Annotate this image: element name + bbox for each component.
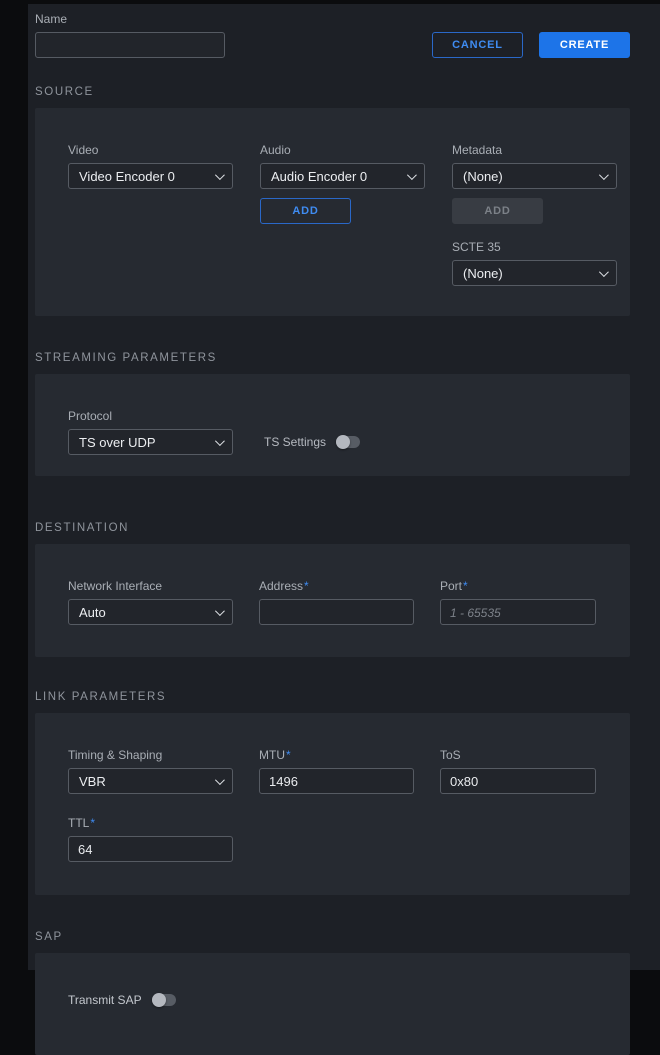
chevron-down-icon — [215, 775, 225, 785]
network-interface-select[interactable]: Auto — [68, 599, 233, 625]
form-header: Name CANCEL CREATE — [35, 12, 630, 58]
destination-section-title: DESTINATION — [35, 522, 630, 534]
audio-field: Audio Audio Encoder 0 — [260, 143, 425, 189]
required-asterisk: * — [304, 579, 309, 593]
toggle-knob-icon — [336, 435, 350, 449]
video-field: Video Video Encoder 0 — [68, 143, 233, 189]
address-input[interactable] — [259, 599, 414, 625]
create-button[interactable]: CREATE — [539, 32, 630, 58]
sap-section-title: SAP — [35, 931, 630, 943]
output-create-form: Name CANCEL CREATE SOURCE Video Video En… — [28, 4, 660, 970]
audio-select[interactable]: Audio Encoder 0 — [260, 163, 425, 189]
mtu-label: MTU* — [259, 748, 414, 762]
transmit-sap-label: Transmit SAP — [68, 993, 142, 1007]
scte35-field: SCTE 35 (None) — [452, 240, 617, 286]
ts-settings-group: TS Settings — [264, 429, 360, 455]
required-asterisk: * — [286, 748, 291, 762]
ttl-input[interactable] — [68, 836, 233, 862]
scte35-select[interactable]: (None) — [452, 260, 617, 286]
chevron-down-icon — [407, 170, 417, 180]
metadata-select[interactable]: (None) — [452, 163, 617, 189]
sap-panel: Transmit SAP — [35, 953, 630, 1055]
port-label: Port* — [440, 579, 596, 593]
address-label: Address* — [259, 579, 414, 593]
source-section-title: SOURCE — [35, 86, 630, 98]
add-audio-button[interactable]: ADD — [260, 198, 351, 224]
chevron-down-icon — [215, 606, 225, 616]
timing-shaping-select[interactable]: VBR — [68, 768, 233, 794]
chevron-down-icon — [215, 436, 225, 446]
tos-label: ToS — [440, 748, 596, 762]
network-interface-field: Network Interface Auto — [68, 579, 233, 625]
timing-shaping-label: Timing & Shaping — [68, 748, 233, 762]
mtu-input[interactable] — [259, 768, 414, 794]
tos-input[interactable] — [440, 768, 596, 794]
network-interface-label: Network Interface — [68, 579, 233, 593]
tos-field: ToS — [440, 748, 596, 794]
transmit-sap-group: Transmit SAP — [68, 993, 616, 1007]
cancel-button[interactable]: CANCEL — [432, 32, 523, 58]
transmit-sap-toggle[interactable] — [152, 994, 176, 1006]
protocol-select[interactable]: TS over UDP — [68, 429, 233, 455]
action-buttons: CANCEL CREATE — [432, 32, 630, 58]
audio-label: Audio — [260, 143, 425, 157]
name-label: Name — [35, 12, 225, 26]
chevron-down-icon — [599, 267, 609, 277]
streaming-section-title: STREAMING PARAMETERS — [35, 352, 630, 364]
chevron-down-icon — [215, 170, 225, 180]
mtu-field: MTU* — [259, 748, 414, 794]
metadata-field: Metadata (None) — [452, 143, 617, 189]
timing-shaping-field: Timing & Shaping VBR — [68, 748, 233, 794]
required-asterisk: * — [90, 816, 95, 830]
name-input[interactable] — [35, 32, 225, 58]
link-section-title: LINK PARAMETERS — [35, 691, 630, 703]
name-field: Name — [35, 12, 225, 58]
toggle-knob-icon — [152, 993, 166, 1007]
metadata-label: Metadata — [452, 143, 617, 157]
address-field: Address* — [259, 579, 414, 625]
protocol-field: Protocol TS over UDP — [68, 409, 233, 455]
protocol-label: Protocol — [68, 409, 233, 423]
ttl-field: TTL* — [68, 816, 233, 862]
link-panel: Timing & Shaping VBR MTU* ToS TTL* — [35, 713, 630, 895]
port-input[interactable] — [440, 599, 596, 625]
video-select[interactable]: Video Encoder 0 — [68, 163, 233, 189]
destination-panel: Network Interface Auto Address* Port* — [35, 544, 630, 657]
chevron-down-icon — [599, 170, 609, 180]
ts-settings-toggle[interactable] — [336, 436, 360, 448]
ts-settings-label: TS Settings — [264, 435, 326, 449]
source-panel: Video Video Encoder 0 Audio Audio Encode… — [35, 108, 630, 316]
port-field: Port* — [440, 579, 596, 625]
required-asterisk: * — [463, 579, 468, 593]
streaming-panel: Protocol TS over UDP TS Settings — [35, 374, 630, 476]
ttl-label: TTL* — [68, 816, 233, 830]
add-metadata-button: ADD — [452, 198, 543, 224]
video-label: Video — [68, 143, 233, 157]
scte35-label: SCTE 35 — [452, 240, 617, 254]
